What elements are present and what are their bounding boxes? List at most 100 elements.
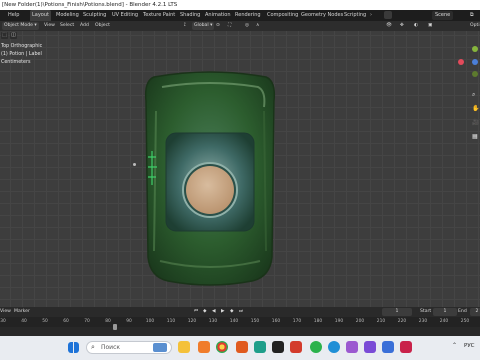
app-icon-purple[interactable] bbox=[346, 341, 358, 353]
scene-selector-icon[interactable] bbox=[384, 11, 392, 19]
timeline-track-area[interactable] bbox=[0, 324, 480, 336]
pan-hand-icon[interactable]: ✋ bbox=[472, 105, 479, 112]
3d-cursor-icon bbox=[133, 163, 136, 166]
app-icon-dark[interactable] bbox=[272, 341, 284, 353]
tool-cursor-icon[interactable]: ◫ bbox=[10, 32, 17, 39]
app-icon-crimson[interactable] bbox=[400, 341, 412, 353]
gizmo-toggle-icon[interactable]: ✥ bbox=[400, 22, 404, 30]
start-label: Start bbox=[420, 309, 432, 314]
window-title-bar: [New Folder(1)\Potions_Finish\Potions.bl… bbox=[0, 0, 480, 10]
ruler-tick: 60 bbox=[63, 319, 69, 324]
zoom-icon[interactable]: ⌕ bbox=[472, 91, 475, 99]
visual-studio-icon[interactable] bbox=[364, 341, 376, 353]
tab-geometry-nodes[interactable]: Geometry Nodes bbox=[299, 10, 345, 21]
app-icon-teal[interactable] bbox=[254, 341, 266, 353]
start-frame-field[interactable]: 1 bbox=[433, 308, 457, 316]
3d-viewport[interactable]: ⬚ ◫ Top Orthographic (1) Potion | Label … bbox=[0, 31, 480, 307]
tray-chevron-icon[interactable]: ⌃ bbox=[452, 342, 457, 349]
scene-browse-icon[interactable]: ⧉ bbox=[470, 12, 474, 18]
timeline-ruler[interactable]: 30 40 50 60 70 80 90 100 110 120 130 140… bbox=[0, 317, 480, 327]
ruler-tick: 90 bbox=[126, 319, 132, 324]
label-selection-outline[interactable] bbox=[146, 149, 160, 187]
scene-selector[interactable]: Scene bbox=[432, 11, 454, 20]
timeline-menu-view[interactable]: View bbox=[0, 308, 11, 316]
jump-keyframe-forward-icon[interactable]: ◆ bbox=[230, 308, 234, 316]
tab-layout[interactable]: Layout bbox=[30, 10, 51, 21]
search-highlight-icon bbox=[153, 343, 167, 352]
gizmo-y-axis-icon[interactable] bbox=[472, 46, 478, 52]
app-icon-orange[interactable] bbox=[236, 341, 248, 353]
app-icon-blue[interactable] bbox=[382, 341, 394, 353]
tab-texture-paint[interactable]: Texture Paint bbox=[141, 10, 177, 21]
play-reverse-icon[interactable]: ◀ bbox=[212, 308, 216, 316]
overlay-icon[interactable]: ◐ bbox=[414, 22, 418, 30]
language-indicator[interactable]: РУС bbox=[464, 343, 475, 349]
object-label: (1) Potion | Label bbox=[1, 52, 42, 57]
proportional-edit-icon[interactable]: ◎ bbox=[245, 22, 249, 30]
tab-sculpting[interactable]: Sculpting bbox=[81, 10, 108, 21]
tab-compositing[interactable]: Compositing bbox=[265, 10, 300, 21]
telegram-icon[interactable] bbox=[328, 341, 340, 353]
tab-modeling[interactable]: Modeling bbox=[54, 10, 81, 21]
menu-object[interactable]: Object bbox=[95, 22, 110, 30]
xray-icon[interactable]: ▣ bbox=[428, 22, 432, 30]
chevron-right-icon[interactable]: › bbox=[370, 12, 372, 18]
transform-orientation-dropdown[interactable]: Global ▾ bbox=[192, 22, 215, 30]
ruler-tick: 250 bbox=[460, 319, 470, 324]
timeline-menu-marker[interactable]: Marker bbox=[14, 308, 30, 316]
tab-animation[interactable]: Animation bbox=[203, 10, 233, 21]
ruler-tick: 120 bbox=[187, 319, 197, 324]
blender-icon[interactable] bbox=[198, 341, 210, 353]
tab-shading[interactable]: Shading bbox=[178, 10, 202, 21]
ruler-tick: 170 bbox=[292, 319, 302, 324]
keyframe-marker-icon[interactable] bbox=[113, 324, 117, 330]
file-explorer-icon[interactable] bbox=[178, 341, 190, 353]
menu-add[interactable]: Add bbox=[80, 22, 89, 30]
search-icon: ⌕ bbox=[91, 343, 95, 351]
gizmo-x-axis-icon[interactable] bbox=[458, 59, 464, 65]
transform-orientation-icon[interactable]: ⟟ bbox=[184, 22, 186, 30]
scene-label: Scene bbox=[435, 12, 451, 18]
menu-select[interactable]: Select bbox=[60, 22, 74, 30]
ruler-tick: 100 bbox=[145, 319, 155, 324]
camera-view-icon[interactable]: 🎥 bbox=[472, 119, 479, 126]
ruler-tick: 50 bbox=[42, 319, 48, 324]
gizmo-neg-y-icon[interactable] bbox=[472, 71, 478, 77]
timeline-header: View Marker ⏮ ◆ ◀ ▶ ◆ ⏭ 1 Start 1 End 2 bbox=[0, 307, 480, 317]
current-frame-field[interactable]: 1 bbox=[382, 308, 412, 316]
ruler-tick: 220 bbox=[397, 319, 407, 324]
grid-view-icon[interactable]: ▦ bbox=[472, 133, 478, 140]
falloff-icon[interactable]: ∧ bbox=[256, 22, 259, 30]
app-icon-red[interactable] bbox=[290, 341, 302, 353]
windows-start-icon[interactable] bbox=[68, 342, 79, 353]
play-icon[interactable]: ▶ bbox=[221, 308, 225, 316]
mode-dropdown[interactable]: Object Mode ▾ bbox=[2, 22, 39, 30]
cork-stopper[interactable] bbox=[186, 166, 234, 214]
menu-help[interactable]: Help bbox=[6, 10, 21, 21]
whatsapp-icon[interactable] bbox=[310, 341, 322, 353]
jump-start-icon[interactable]: ⏮ bbox=[194, 308, 198, 316]
orientation-label: Global bbox=[194, 23, 209, 28]
ruler-tick: 240 bbox=[439, 319, 449, 324]
jump-end-icon[interactable]: ⏭ bbox=[239, 308, 243, 316]
potion-bottle[interactable] bbox=[140, 71, 280, 291]
mode-label: Object Mode bbox=[4, 23, 33, 28]
snap-icon[interactable]: ⛶ bbox=[228, 22, 231, 30]
ruler-tick: 40 bbox=[21, 319, 27, 324]
pivot-icon[interactable]: ⊙ bbox=[216, 22, 220, 30]
end-frame-field[interactable]: 2 bbox=[470, 308, 480, 316]
ruler-tick: 110 bbox=[166, 319, 176, 324]
gizmo-z-axis-icon[interactable] bbox=[472, 59, 478, 65]
ruler-tick: 200 bbox=[355, 319, 365, 324]
tool-select-icon[interactable]: ⬚ bbox=[1, 32, 8, 39]
view-name: Top Orthographic bbox=[1, 44, 43, 49]
taskbar-search[interactable]: ⌕ Поиск bbox=[86, 341, 172, 354]
options-button[interactable]: Opti bbox=[470, 22, 480, 30]
menu-view[interactable]: View bbox=[44, 22, 55, 30]
visibility-icon[interactable]: 👁 bbox=[386, 22, 392, 30]
tab-rendering[interactable]: Rendering bbox=[233, 10, 263, 21]
tab-scripting[interactable]: Scripting bbox=[342, 10, 368, 21]
chrome-icon[interactable] bbox=[216, 341, 228, 353]
jump-keyframe-back-icon[interactable]: ◆ bbox=[203, 308, 207, 316]
tab-uv-editing[interactable]: UV Editing bbox=[110, 10, 140, 21]
